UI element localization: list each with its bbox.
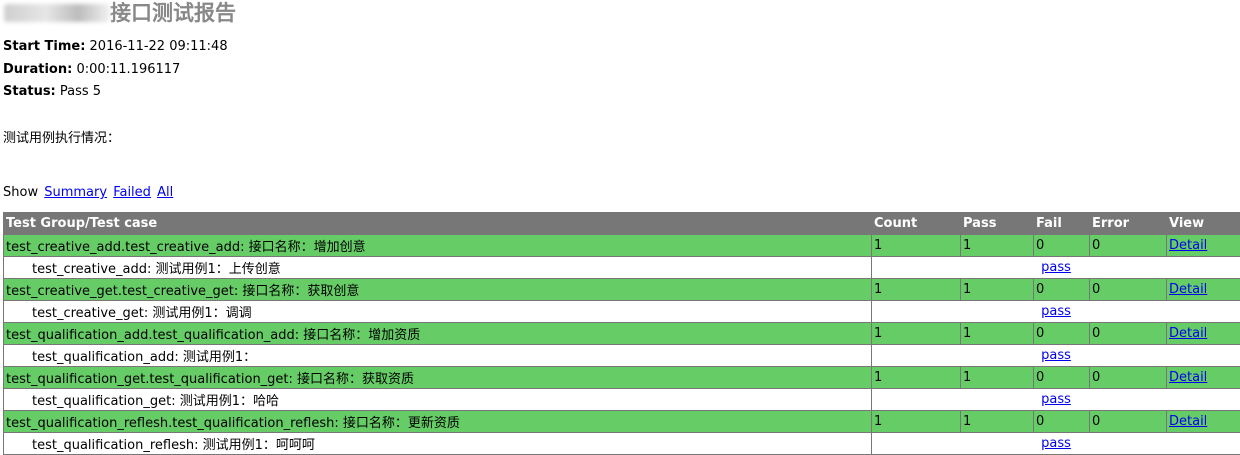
header-count: Count [872,213,961,235]
redacted-title-prefix [4,4,110,22]
show-label: Show [3,185,38,200]
test-case-row: test_qualification_reflesh: 测试用例1：呵呵呵 pa… [4,433,1240,455]
show-summary-link[interactable]: Summary [44,185,107,200]
case-status-cell: pass [872,433,1240,455]
detail-link[interactable]: Detail [1169,238,1207,253]
show-filter-bar: Show Summary Failed All [3,185,173,200]
group-pass: 1 [961,411,1034,433]
header-view: View [1167,213,1240,235]
group-error: 0 [1090,235,1167,257]
case-name: test_qualification_get: 测试用例1：哈哈 [4,389,872,411]
group-error: 0 [1090,323,1167,345]
title-text: 接口测试报告 [110,1,236,25]
detail-link[interactable]: Detail [1169,282,1207,297]
group-pass: 1 [961,323,1034,345]
test-group-row: test_qualification_add.test_qualificatio… [4,323,1240,345]
case-name: test_qualification_reflesh: 测试用例1：呵呵呵 [4,433,872,455]
group-name: test_creative_get.test_creative_get: 接口名… [4,279,872,301]
show-all-link[interactable]: All [157,185,173,200]
test-case-row: test_creative_get: 测试用例1：调调 pass [4,301,1240,323]
header-pass: Pass [961,213,1034,235]
detail-link[interactable]: Detail [1169,414,1207,429]
page-title: 接口测试报告 [4,0,236,27]
group-fail: 0 [1034,235,1090,257]
start-time-value: 2016-11-22 09:11:48 [90,39,228,54]
test-group-row: test_creative_get.test_creative_get: 接口名… [4,279,1240,301]
test-case-row: test_creative_add: 测试用例1：上传创意 pass [4,257,1240,279]
test-group-row: test_qualification_get.test_qualificatio… [4,367,1240,389]
case-status-cell: pass [872,389,1240,411]
group-error: 0 [1090,367,1167,389]
detail-link[interactable]: Detail [1169,326,1207,341]
status-value: Pass 5 [60,84,101,99]
table-header-row: Test Group/Test case Count Pass Fail Err… [4,213,1240,235]
case-pass-link[interactable]: pass [1041,348,1071,363]
group-fail: 0 [1034,411,1090,433]
duration-label: Duration: [3,62,72,77]
group-count: 1 [872,279,961,301]
status-attribute: Status: Pass 5 [3,84,101,99]
duration-attribute: Duration: 0:00:11.196117 [3,62,180,77]
group-pass: 1 [961,367,1034,389]
group-view-cell: Detail [1167,367,1240,389]
case-name: test_creative_add: 测试用例1：上传创意 [4,257,872,279]
group-view-cell: Detail [1167,323,1240,345]
header-error: Error [1090,213,1167,235]
header-test-group: Test Group/Test case [4,213,872,235]
detail-link[interactable]: Detail [1169,370,1207,385]
case-name: test_creative_get: 测试用例1：调调 [4,301,872,323]
case-pass-link[interactable]: pass [1041,392,1071,407]
group-name: test_creative_add.test_creative_add: 接口名… [4,235,872,257]
group-count: 1 [872,367,961,389]
group-count: 1 [872,235,961,257]
case-pass-link[interactable]: pass [1041,260,1071,275]
show-failed-link[interactable]: Failed [113,185,151,200]
case-status-cell: pass [872,345,1240,367]
result-table: Test Group/Test case Count Pass Fail Err… [3,212,1240,455]
header-fail: Fail [1034,213,1090,235]
group-name: test_qualification_get.test_qualificatio… [4,367,872,389]
group-view-cell: Detail [1167,411,1240,433]
case-name: test_qualification_add: 测试用例1： [4,345,872,367]
test-group-row: test_qualification_reflesh.test_qualific… [4,411,1240,433]
test-case-row: test_qualification_add: 测试用例1： pass [4,345,1240,367]
test-case-row: test_qualification_get: 测试用例1：哈哈 pass [4,389,1240,411]
case-pass-link[interactable]: pass [1041,436,1071,451]
group-fail: 0 [1034,367,1090,389]
case-status-cell: pass [872,257,1240,279]
duration-value: 0:00:11.196117 [76,62,180,77]
group-view-cell: Detail [1167,235,1240,257]
group-name: test_qualification_add.test_qualificatio… [4,323,872,345]
group-error: 0 [1090,411,1167,433]
group-fail: 0 [1034,323,1090,345]
case-pass-link[interactable]: pass [1041,304,1071,319]
status-label: Status: [3,84,56,99]
group-name: test_qualification_reflesh.test_qualific… [4,411,872,433]
report-description: 测试用例执行情况： [3,127,120,146]
group-count: 1 [872,323,961,345]
start-time-label: Start Time: [3,39,85,54]
group-count: 1 [872,411,961,433]
group-pass: 1 [961,279,1034,301]
test-group-row: test_creative_add.test_creative_add: 接口名… [4,235,1240,257]
start-time-attribute: Start Time: 2016-11-22 09:11:48 [3,39,228,54]
group-view-cell: Detail [1167,279,1240,301]
group-error: 0 [1090,279,1167,301]
case-status-cell: pass [872,301,1240,323]
group-fail: 0 [1034,279,1090,301]
group-pass: 1 [961,235,1034,257]
